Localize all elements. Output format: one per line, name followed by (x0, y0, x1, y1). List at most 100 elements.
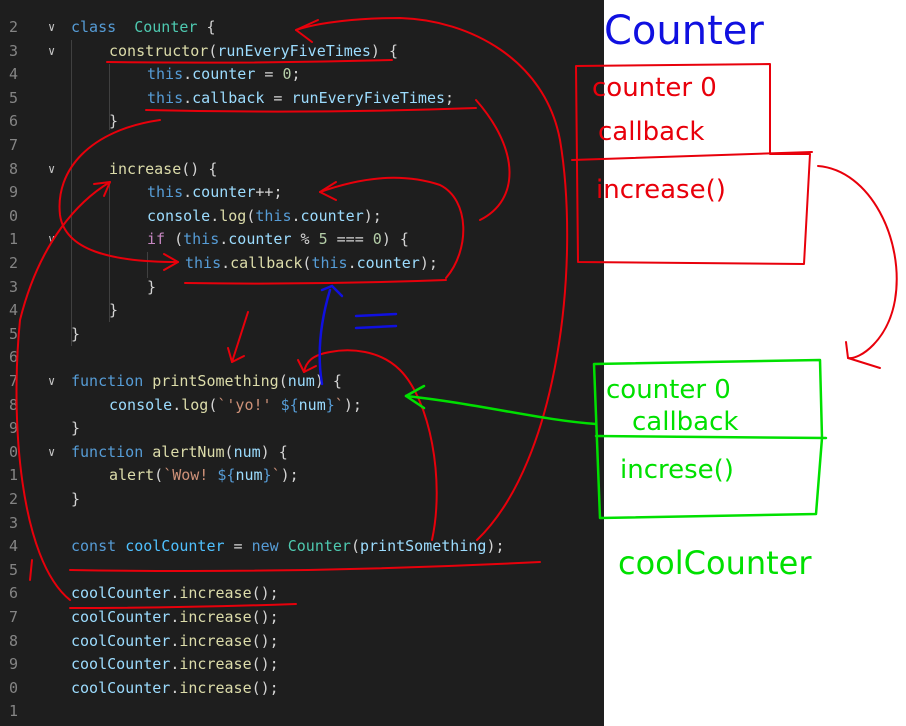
code-token: runEveryFiveTimes (291, 88, 446, 107)
code-text: } (109, 110, 118, 134)
fold-chevron-icon[interactable]: ∨ (48, 158, 55, 182)
code-text: } (71, 488, 80, 512)
code-text: } (147, 276, 156, 300)
code-line[interactable]: 1 ∨ if (this.counter % 5 === 0) { (0, 228, 604, 252)
code-text: increase() { (109, 158, 217, 182)
code-token: ( (165, 230, 184, 249)
code-line[interactable]: 0 ∨ function alertNum(num) { (0, 441, 604, 465)
code-text: constructor(runEveryFiveTimes) { (109, 40, 398, 64)
line-number: 9 (8, 655, 18, 674)
code-line[interactable]: 2 this.callback(this.counter); (0, 252, 604, 276)
code-line[interactable]: 8 console.log(`'yo!' ${num}`); (0, 394, 604, 418)
code-token: . (172, 395, 182, 414)
line-number: 0 (8, 206, 18, 225)
code-line[interactable]: 8 ∨ increase() { (0, 158, 604, 182)
code-token: this (147, 88, 184, 107)
code-token: (); (251, 631, 279, 650)
line-number: 7 (8, 372, 18, 390)
code-line[interactable]: 6 coolCounter.increase(); (0, 582, 604, 606)
code-token: function (71, 372, 144, 390)
line-number: 2 (8, 490, 18, 508)
code-token: . (347, 254, 357, 272)
code-text: this.counter = 0; (147, 63, 301, 87)
code-line[interactable]: 1 (0, 700, 604, 724)
code-line[interactable]: 3} (0, 276, 604, 300)
code-line[interactable]: 5} (0, 323, 604, 347)
fold-chevron-icon[interactable]: ∨ (48, 370, 55, 394)
code-line[interactable]: 7 (0, 134, 604, 158)
code-token: } (71, 490, 81, 508)
class-title: Counter (604, 8, 764, 54)
code-token: increase (179, 608, 252, 626)
code-line[interactable]: 3 ∨ constructor(runEveryFiveTimes) { (0, 40, 604, 64)
line-number: 2 (8, 18, 18, 36)
code-line[interactable]: 0 coolCounter.increase(); (0, 677, 604, 701)
code-line[interactable]: 2} (0, 488, 604, 512)
code-text: alert(`Wow! ${num}`); (109, 464, 299, 488)
fold-chevron-icon[interactable]: ∨ (48, 40, 55, 64)
code-line[interactable]: 9 coolCounter.increase(); (0, 653, 604, 677)
code-token: . (183, 88, 193, 107)
code-line[interactable]: 4} (0, 299, 604, 323)
code-line[interactable]: 7 coolCounter.increase(); (0, 606, 604, 630)
code-token: ); (280, 466, 299, 485)
code-line[interactable]: 3 (0, 512, 604, 536)
code-token: coolCounter (71, 584, 171, 603)
code-token: console (109, 395, 173, 414)
line-number: 6 (8, 584, 18, 603)
fold-chevron-icon[interactable]: ∨ (48, 16, 55, 40)
code-token: ` (271, 466, 281, 485)
code-token: 5 (318, 230, 328, 249)
code-token: num (235, 466, 263, 485)
line-number: 7 (8, 608, 18, 626)
screenshot-stage: 2 ∨ class Counter {3 ∨ constructor(runEveryF… (0, 0, 906, 726)
code-text: this.counter++; (147, 181, 282, 205)
code-line[interactable]: 9} (0, 417, 604, 441)
code-line[interactable]: 6} (0, 110, 604, 134)
code-token: ); (419, 254, 438, 272)
line-number: 9 (8, 183, 18, 202)
code-token: increase (179, 631, 252, 650)
code-editor[interactable]: 2 ∨ class Counter {3 ∨ constructor(runEveryF… (0, 0, 604, 726)
code-line[interactable]: 1 alert(`Wow! ${num}`); (0, 464, 604, 488)
code-line[interactable]: 7 ∨ function printSomething(num) { (0, 370, 604, 394)
code-line[interactable]: 4 const coolCounter = new Counter(printSo… (0, 535, 604, 559)
line-number: 3 (8, 41, 18, 60)
code-token: printSomething (360, 537, 487, 556)
code-token: 0 (282, 65, 292, 84)
code-line[interactable]: 6 (0, 346, 604, 370)
class-to-instance-arrow (817, 165, 898, 360)
code-line[interactable]: 0 console.log(this.counter); (0, 205, 604, 229)
line-number: 8 (8, 159, 18, 178)
code-token: . (210, 206, 220, 225)
code-text: coolCounter.increase(); (71, 677, 279, 701)
code-line[interactable]: 2 ∨ class Counter { (0, 16, 604, 40)
fold-chevron-icon[interactable]: ∨ (48, 441, 55, 465)
instance-box-divider (594, 434, 828, 440)
code-token: = (224, 537, 252, 556)
code-text: } (71, 417, 80, 441)
code-token: ( (278, 372, 288, 390)
code-line[interactable]: 4 this.counter = 0; (0, 63, 604, 87)
code-token: counter (192, 65, 256, 84)
code-token: increase (179, 678, 252, 697)
code-line[interactable]: 8 coolCounter.increase(); (0, 630, 604, 654)
code-text: coolCounter.increase(); (71, 653, 279, 677)
code-line[interactable]: 5 (0, 559, 604, 583)
code-token: ; (445, 88, 455, 107)
line-number: 6 (8, 112, 18, 131)
code-token: runEveryFiveTimes (217, 41, 371, 60)
code-text: coolCounter.increase(); (71, 606, 279, 630)
code-token: coolCounter (125, 537, 225, 556)
fold-chevron-icon[interactable]: ∨ (48, 228, 55, 252)
code-token: log (181, 395, 209, 414)
line-number: 1 (8, 466, 18, 485)
code-line[interactable]: 9 this.counter++; (0, 181, 604, 205)
code-token: Counter (134, 18, 198, 36)
line-number: 9 (8, 419, 18, 438)
instance-box-outline (592, 358, 824, 520)
code-line[interactable]: 5 this.callback = runEveryFiveTimes; (0, 87, 604, 111)
